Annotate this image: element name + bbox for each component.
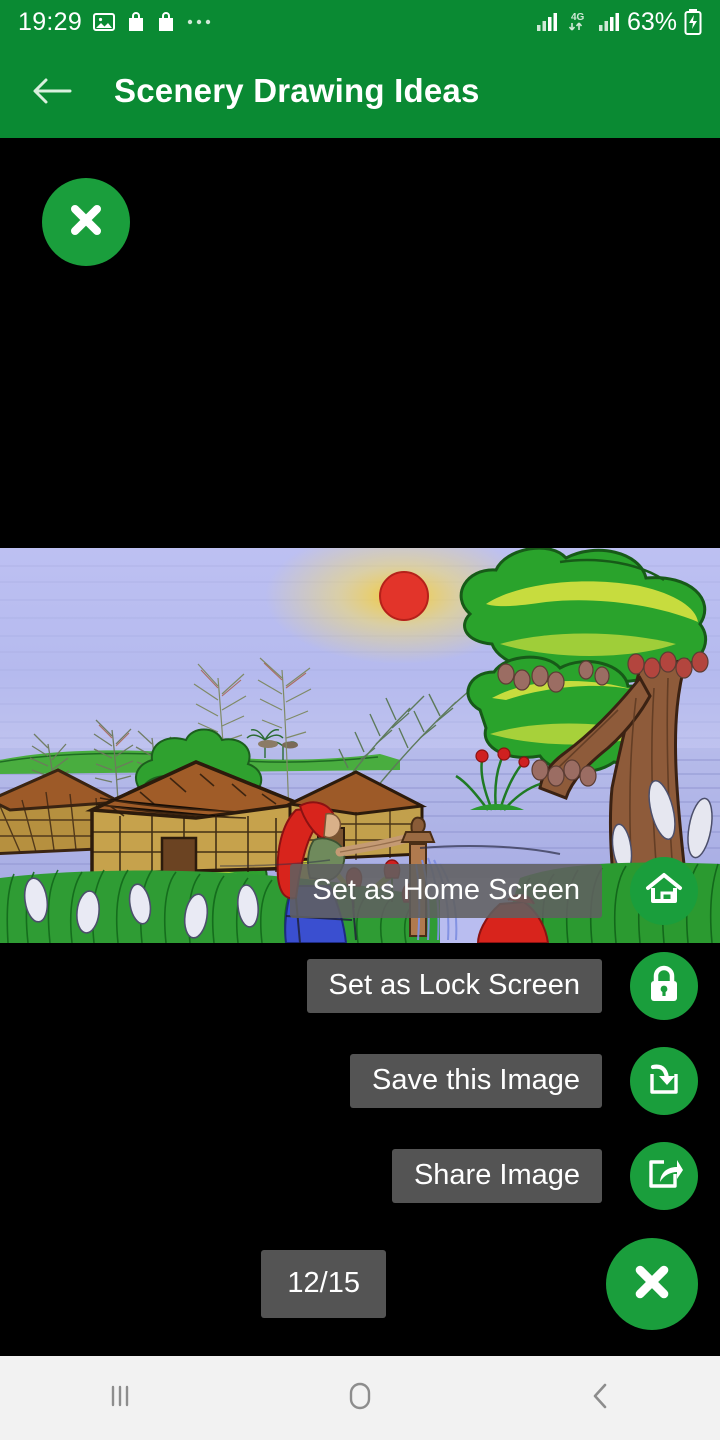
recents-icon <box>103 1379 137 1418</box>
shopping-bag-icon-2 <box>156 11 176 33</box>
gallery-icon <box>92 10 116 34</box>
phone-screen: 19:29 4G 63% Scenery Drawing Ideas Set a… <box>0 0 720 1440</box>
close-viewer-button-top[interactable] <box>42 178 130 266</box>
action-row-set-home: Set as Home Screen <box>0 853 720 929</box>
app-bar: Scenery Drawing Ideas <box>0 44 720 138</box>
recents-button[interactable] <box>60 1356 180 1440</box>
signal-bars-icon <box>536 12 558 32</box>
action-row-set-lock: Set as Lock Screen <box>0 948 720 1024</box>
status-bar-right: 4G 63% <box>536 8 702 37</box>
page-title: Scenery Drawing Ideas <box>114 72 480 109</box>
back-nav-icon <box>585 1379 615 1418</box>
image-counter: 12/15 <box>261 1250 386 1318</box>
share-icon <box>644 1155 684 1198</box>
battery-charging-icon <box>684 9 702 35</box>
set-lock-screen-label[interactable]: Set as Lock Screen <box>306 959 602 1013</box>
set-home-screen-label[interactable]: Set as Home Screen <box>290 864 602 918</box>
share-image-label[interactable]: Share Image <box>391 1149 602 1203</box>
battery-percent-label: 63% <box>626 7 677 36</box>
status-bar-left: 19:29 <box>18 8 212 37</box>
overflow-dots-icon <box>186 17 212 27</box>
lock-icon <box>647 964 681 1009</box>
close-viewer-button-bottom[interactable] <box>606 1238 698 1330</box>
action-row-close: 12/15 <box>0 1237 720 1331</box>
svg-text:4G: 4G <box>571 12 585 23</box>
close-x-icon-bottom <box>627 1257 677 1312</box>
back-button[interactable] <box>540 1356 660 1440</box>
share-image-button[interactable] <box>630 1142 698 1210</box>
save-image-button[interactable] <box>630 1047 698 1115</box>
data-transfer-icon: 4G <box>565 9 591 35</box>
close-x-icon <box>63 197 109 248</box>
back-arrow-icon[interactable] <box>30 69 74 113</box>
action-row-save: Save this Image <box>0 1043 720 1119</box>
home-nav-icon <box>343 1378 377 1419</box>
status-bar: 19:29 4G 63% <box>0 0 720 44</box>
shopping-bag-icon <box>126 11 146 33</box>
action-row-share: Share Image <box>0 1138 720 1214</box>
set-lock-screen-button[interactable] <box>630 952 698 1020</box>
save-download-icon <box>644 1060 684 1103</box>
home-icon <box>644 870 684 913</box>
set-home-screen-button[interactable] <box>630 857 698 925</box>
home-button[interactable] <box>300 1356 420 1440</box>
system-nav-bar <box>0 1356 720 1440</box>
status-clock: 19:29 <box>18 7 83 36</box>
save-image-label[interactable]: Save this Image <box>350 1054 602 1108</box>
signal-bars-icon-2 <box>598 12 620 32</box>
